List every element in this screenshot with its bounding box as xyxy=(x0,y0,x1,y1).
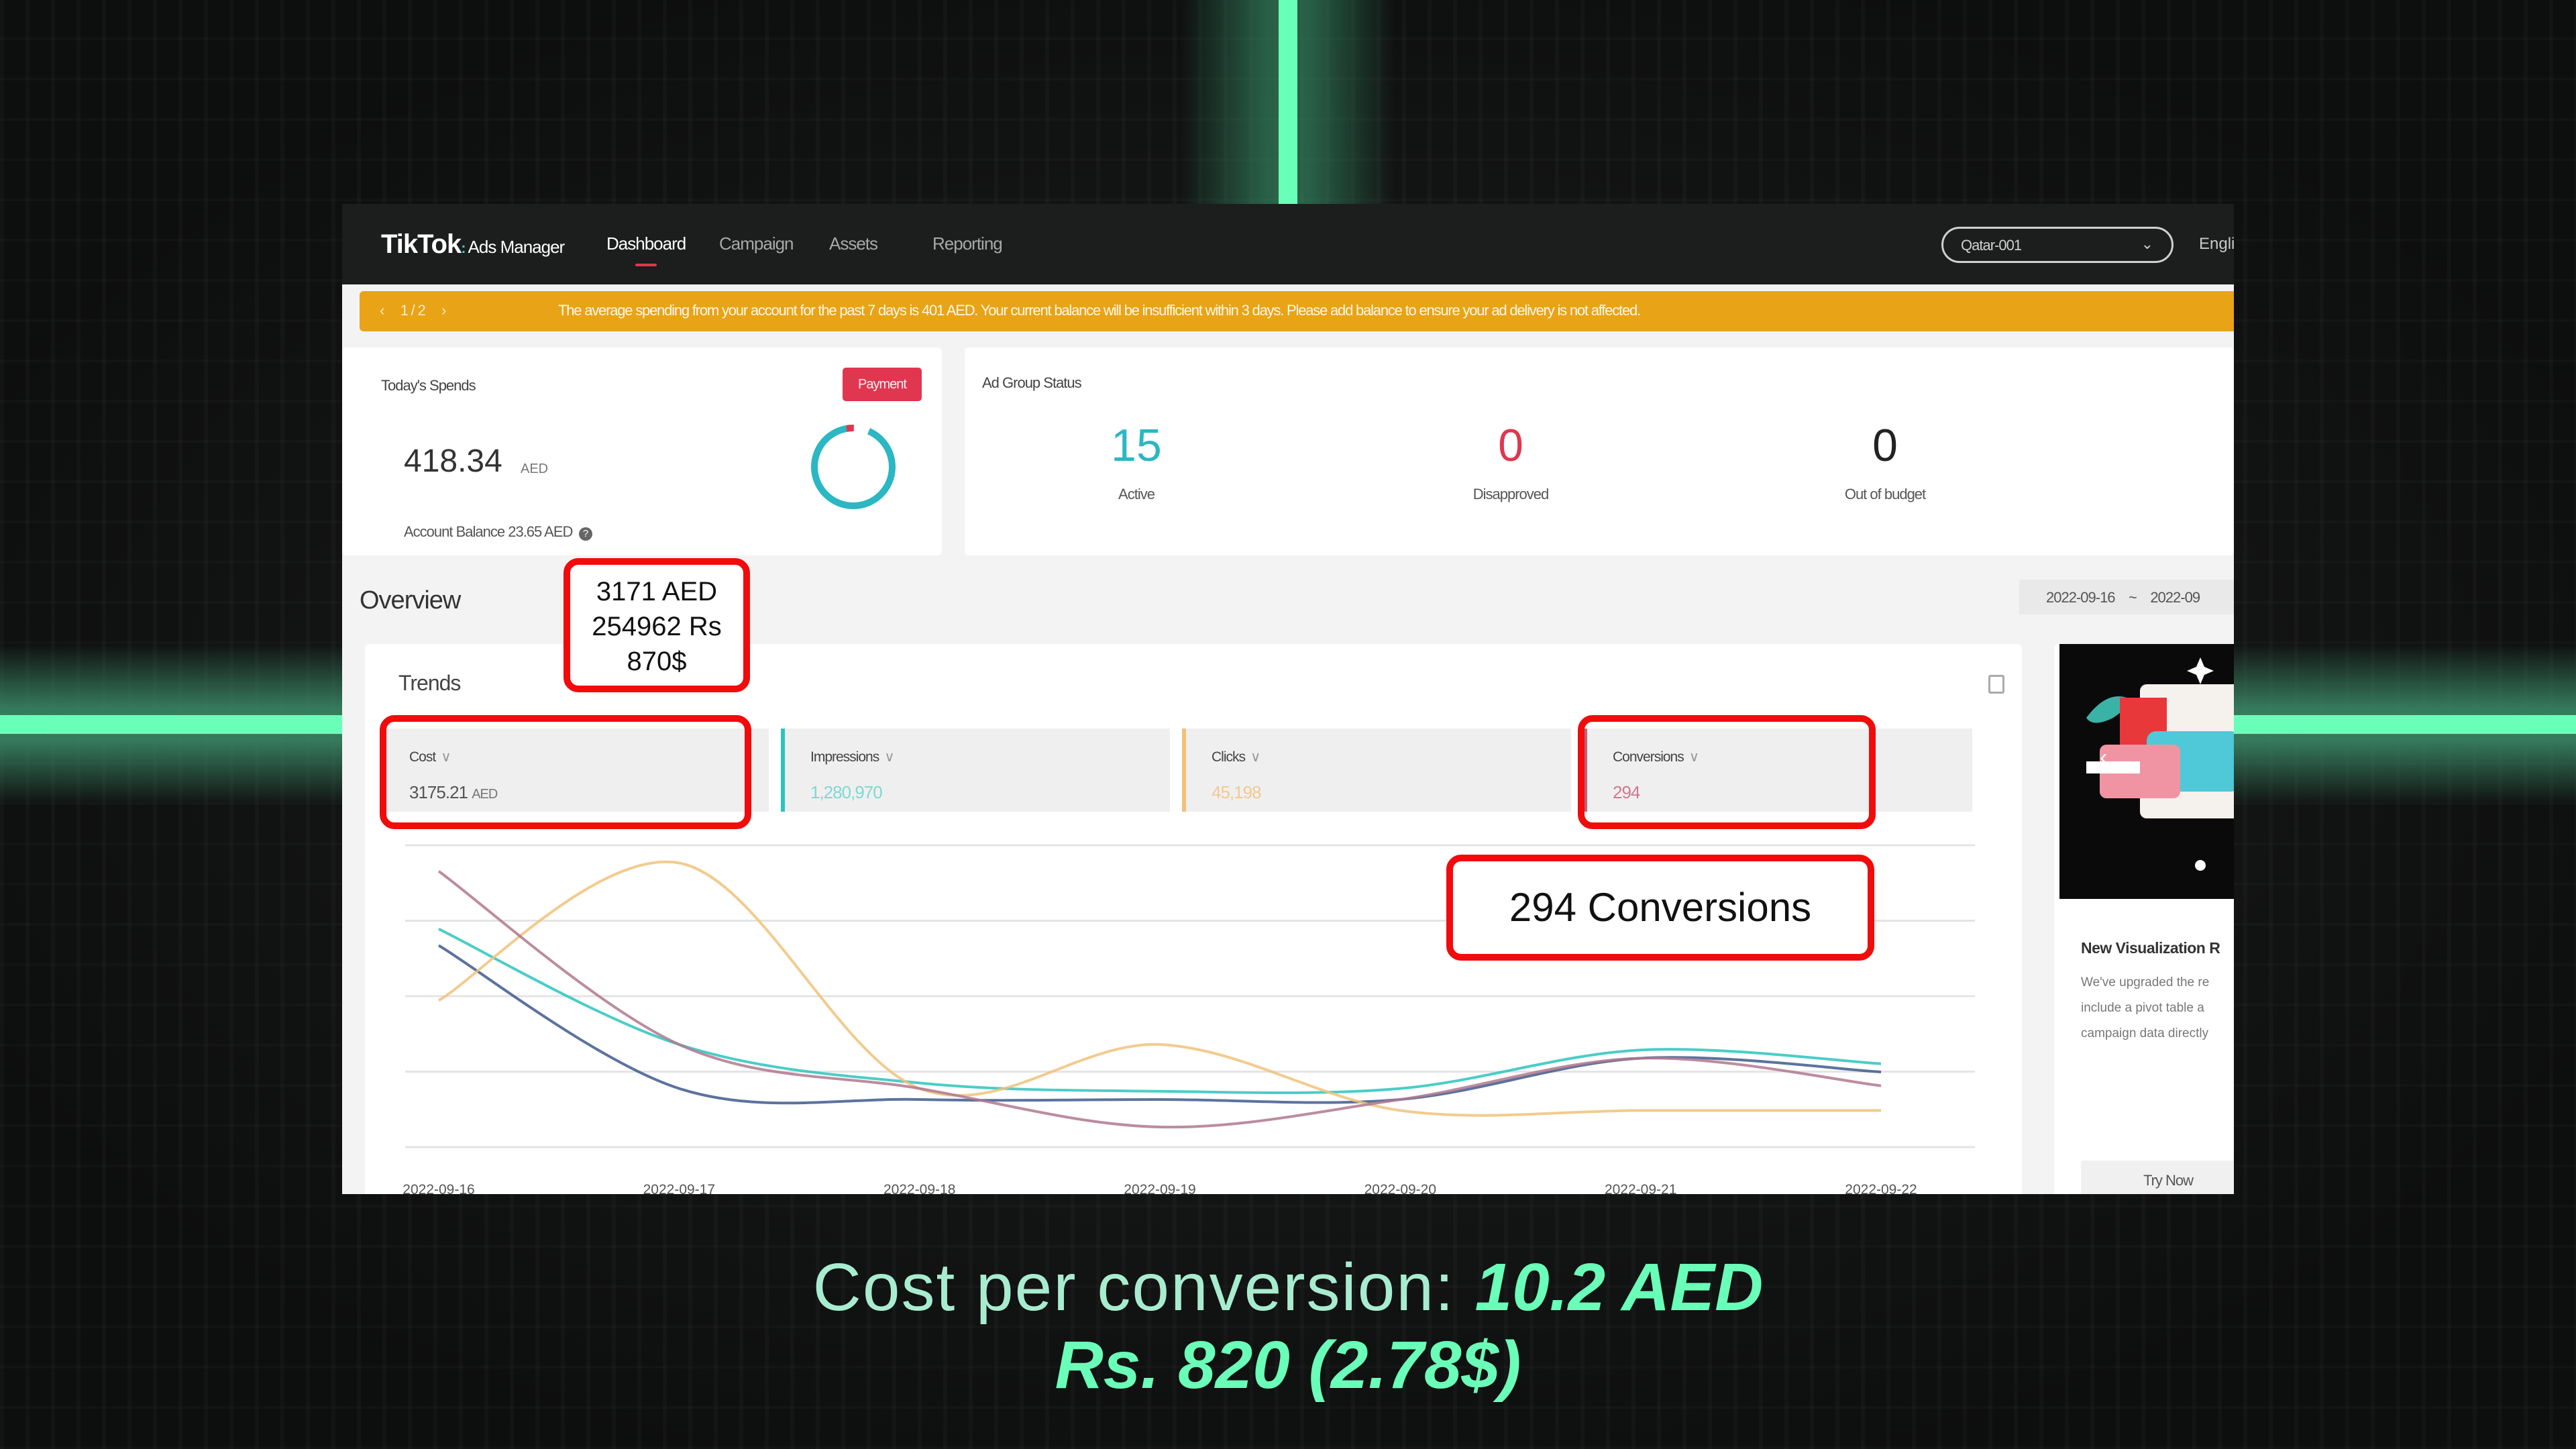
series-line-cost[interactable] xyxy=(437,944,1882,1105)
promo-line: include a pivot table a xyxy=(2081,1001,2204,1015)
callout-line-aed: 3171 AED xyxy=(596,577,718,606)
balance-alert-banner: ‹ 1 / 2 › The average spending from your… xyxy=(360,291,2234,331)
export-icon[interactable] xyxy=(1988,675,2004,694)
todays-spends-title: Today's Spends xyxy=(381,377,476,394)
donut-spent-arc xyxy=(811,425,896,509)
date-separator: ~ xyxy=(2129,589,2137,606)
status-disapproved-count: 0 xyxy=(1498,420,1523,471)
promo-title: New Visualization R xyxy=(2081,939,2220,957)
alert-message: The average spending from your account f… xyxy=(558,302,1641,319)
alert-pager[interactable]: ‹ 1 / 2 › xyxy=(380,302,446,319)
todays-spend-unit: AED xyxy=(521,462,549,476)
overview-title: Overview xyxy=(360,586,461,614)
metric-color-bar xyxy=(781,729,785,812)
caption-line-two: Rs. 820 (2.78$) xyxy=(1055,1328,1521,1403)
promo-description: We've upgraded the re include a pivot ta… xyxy=(2081,970,2234,1046)
ad-group-status-card: Ad Group Status 15 Active 0 Disapproved … xyxy=(965,347,2234,555)
cost-highlight-outline xyxy=(380,715,751,829)
account-balance-text: Account Balance 23.65 AED xyxy=(404,523,573,540)
logo-text: TikTok xyxy=(381,229,462,259)
caption-cost-per-conversion: Cost per conversion: 10.2 AED xyxy=(0,1249,2576,1326)
caption-highlight: 10.2 AED xyxy=(1474,1250,1764,1325)
chevron-down-icon[interactable]: ∨ xyxy=(884,749,894,765)
tab-reporting[interactable]: Reporting xyxy=(932,233,1003,254)
chart-x-axis: 2022-09-16 2022-09-17 2022-09-18 2022-09-19… xyxy=(402,1182,1917,1194)
x-tick-label: 2022-09-20 xyxy=(1364,1182,1436,1194)
date-end: 2022-09 xyxy=(2150,589,2200,606)
try-now-button[interactable]: Try Now xyxy=(2081,1161,2234,1194)
x-tick-label: 2022-09-22 xyxy=(1845,1182,1917,1194)
donut-ring xyxy=(811,425,896,509)
x-tick-label: 2022-09-16 xyxy=(402,1182,474,1194)
accent-line-vertical xyxy=(1279,0,1297,208)
status-out-of-budget-label: Out of budget xyxy=(1844,486,1926,502)
illustration-graphic: ‹ xyxy=(2086,657,2234,871)
status-active-count: 15 xyxy=(1111,420,1162,471)
metric-card-impressions[interactable]: Impressions ∨ 1,280,970 xyxy=(781,729,1170,812)
x-tick-label: 2022-09-17 xyxy=(643,1182,715,1194)
todays-spend-value: 418.34 xyxy=(404,443,502,479)
date-range-picker[interactable]: 2022-09-16 ~ 2022-09 xyxy=(2019,580,2234,614)
payment-button[interactable]: Payment xyxy=(843,368,922,401)
caption-prefix: Cost per conversion: xyxy=(812,1250,1475,1325)
illustration-bar xyxy=(2086,761,2140,773)
metric-value: 45,198 xyxy=(1212,782,1262,803)
tiktok-ads-logo[interactable]: TikTok: Ads Manager xyxy=(381,229,566,260)
account-select-value: Qatar-001 xyxy=(1961,237,2022,254)
callout-line-rs: 254962 Rs xyxy=(592,612,722,641)
cost-total-callout: 3171 AED 254962 Rs 870$ xyxy=(564,558,750,692)
metric-value-number: 1,280,970 xyxy=(810,782,883,802)
carousel-prev-icon[interactable]: ‹ xyxy=(2100,745,2107,770)
promo-line: We've upgraded the re xyxy=(2081,975,2210,989)
promo-line: campaign data directly xyxy=(2081,1026,2209,1040)
todays-spends-card: Today's Spends Payment 418.34 AED Accoun… xyxy=(342,347,942,555)
help-icon[interactable]: ? xyxy=(578,527,592,541)
ads-manager-screenshot: TikTok: Ads Manager Dashboard Campaign As… xyxy=(342,204,2234,1194)
account-balance: Account Balance 23.65 AED ? xyxy=(404,523,592,541)
top-navigation: TikTok: Ads Manager Dashboard Campaign As… xyxy=(342,204,2234,284)
metric-label: Impressions ∨ xyxy=(810,749,895,765)
language-select[interactable]: Engli xyxy=(2199,235,2234,254)
conversions-highlight-outline xyxy=(1578,715,1876,829)
accent-line-right xyxy=(2234,715,2576,734)
metric-value: 1,280,970 xyxy=(810,782,883,803)
metric-label-text: Clicks xyxy=(1212,749,1246,765)
tab-campaign[interactable]: Campaign xyxy=(719,233,794,254)
x-tick-label: 2022-09-21 xyxy=(1605,1182,1676,1194)
x-tick-label: 2022-09-19 xyxy=(1124,1182,1195,1194)
chevron-left-icon[interactable]: ‹ xyxy=(380,302,384,319)
tab-dashboard[interactable]: Dashboard xyxy=(606,233,686,266)
tab-assets[interactable]: Assets xyxy=(829,233,878,254)
status-disapproved-label: Disapproved xyxy=(1472,486,1550,502)
metric-card-clicks[interactable]: Clicks ∨ 45,198 xyxy=(1182,729,1571,812)
sparkle-icon xyxy=(2187,657,2214,684)
status-active-label: Active xyxy=(1118,486,1155,502)
date-start: 2022-09-16 xyxy=(2046,589,2116,606)
accent-line-left xyxy=(0,715,343,734)
spend-donut-chart xyxy=(811,425,896,509)
status-active[interactable]: 15 Active xyxy=(1069,423,1203,503)
chevron-down-icon: ⌄ xyxy=(2141,235,2153,252)
carousel-dot[interactable] xyxy=(2195,860,2206,871)
logo-separator: : xyxy=(461,239,466,256)
metric-label: Clicks ∨ xyxy=(1212,749,1260,765)
promo-card: ‹ New Visualization R We've upgraded the… xyxy=(2054,644,2234,1194)
logo-subtitle: Ads Manager xyxy=(468,237,566,257)
status-disapproved[interactable]: 0 Disapproved xyxy=(1444,423,1578,503)
alert-page-indicator: 1 / 2 xyxy=(400,302,426,319)
chevron-right-icon[interactable]: › xyxy=(441,302,446,319)
x-tick-label: 2022-09-18 xyxy=(883,1182,955,1194)
status-out-of-budget-count: 0 xyxy=(1872,420,1898,471)
metric-value-number: 45,198 xyxy=(1212,782,1262,802)
trends-title: Trends xyxy=(398,671,461,695)
account-select[interactable]: Qatar-001 ⌄ xyxy=(1941,227,2174,263)
metric-label-text: Impressions xyxy=(810,749,879,765)
ad-group-status-title: Ad Group Status xyxy=(982,374,1082,391)
status-out-of-budget[interactable]: 0 Out of budget xyxy=(1818,423,1952,503)
chevron-down-icon[interactable]: ∨ xyxy=(1250,749,1260,765)
conversions-callout: 294 Conversions xyxy=(1446,855,1874,961)
metric-color-bar xyxy=(1182,729,1186,812)
callout-line-usd: 870$ xyxy=(627,647,687,676)
promo-illustration: ‹ xyxy=(2059,644,2234,899)
